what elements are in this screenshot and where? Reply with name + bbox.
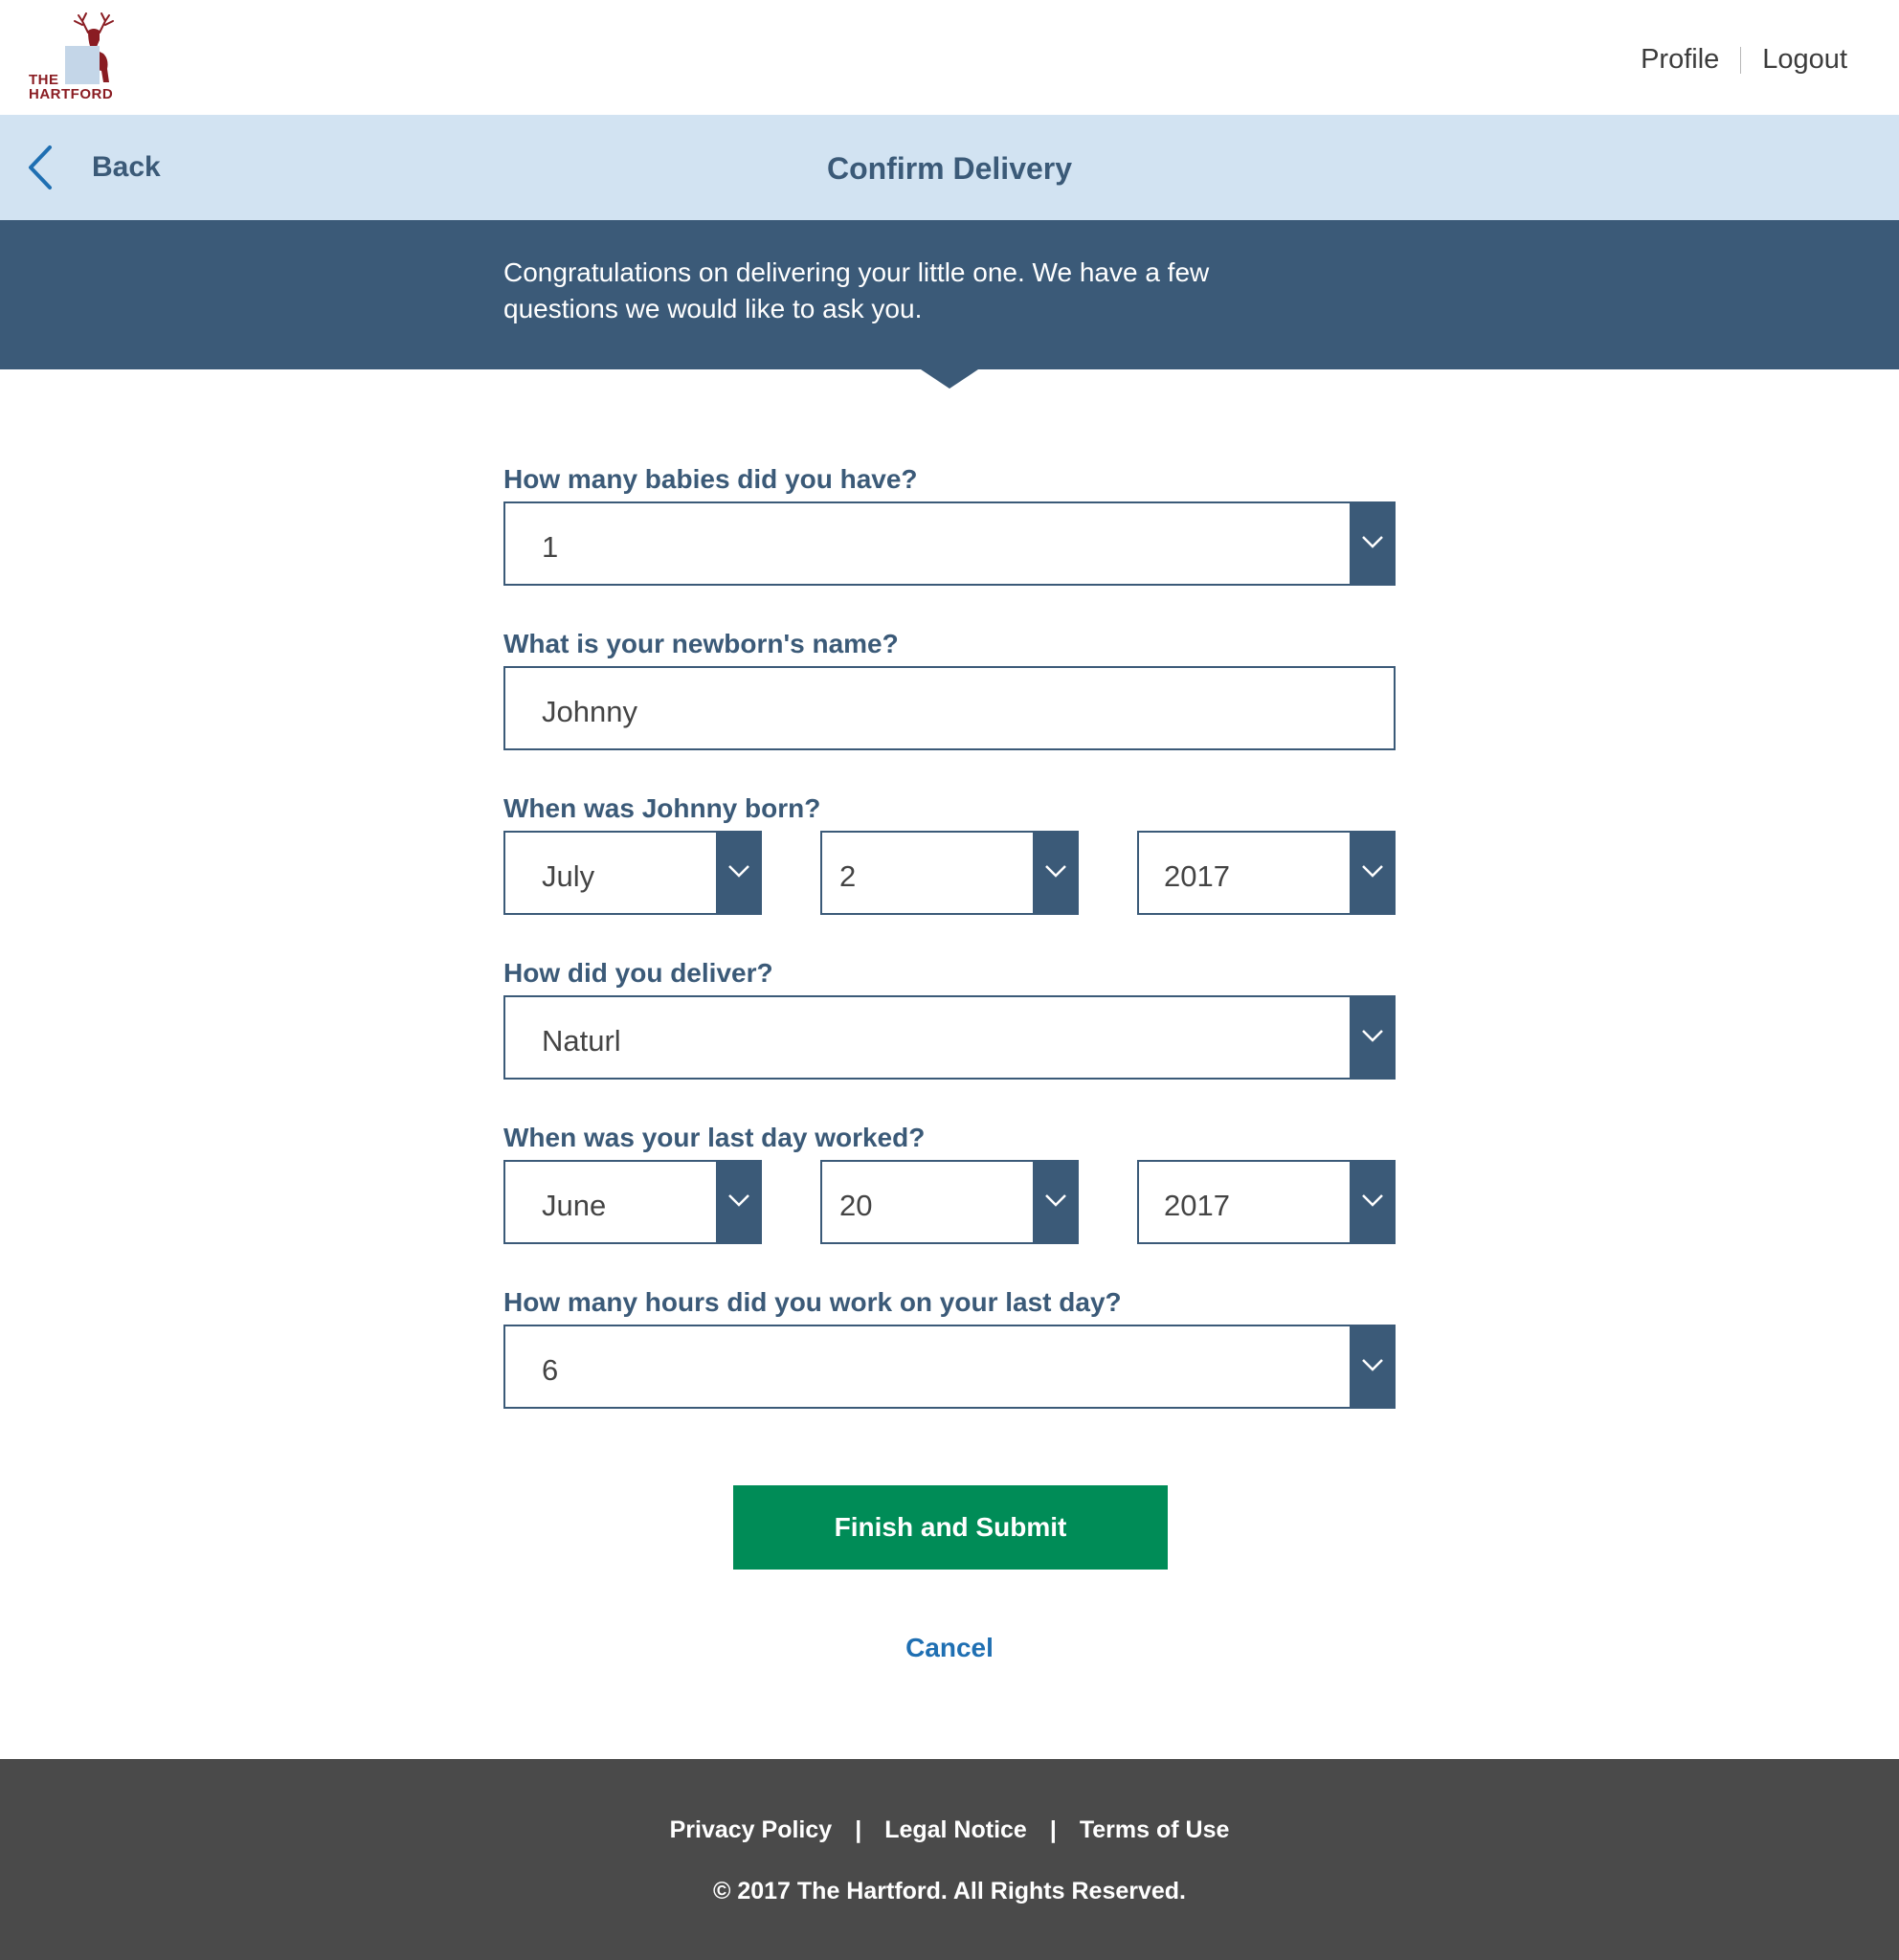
lastday-group: When was your last day worked? June 20 2…	[503, 1122, 1396, 1244]
born-date-row: July 2 2017	[503, 831, 1396, 915]
top-header: THE HARTFORD Profile Logout	[0, 0, 1899, 115]
logo-line-1: THE	[29, 72, 59, 88]
lastday-label: When was your last day worked?	[503, 1123, 926, 1152]
chevron-down-icon[interactable]	[716, 831, 762, 915]
delivery-group: How did you deliver? Naturl	[503, 957, 1396, 1080]
footer-separator: |	[855, 1816, 862, 1843]
footer: Privacy Policy | Legal Notice | Terms of…	[0, 1759, 1899, 1960]
terms-of-use-link[interactable]: Terms of Use	[1080, 1816, 1230, 1844]
babies-value: 1	[542, 530, 559, 564]
newborn-name-input[interactable]: Johnny	[503, 666, 1396, 750]
name-label: What is your newborn's name?	[503, 629, 899, 658]
born-label: When was Johnny born?	[503, 793, 821, 823]
babies-label: How many babies did you have?	[503, 464, 918, 494]
born-year-select[interactable]: 2017	[1137, 831, 1396, 915]
logo-line-2: HARTFORD	[29, 86, 114, 102]
lastday-day-select[interactable]: 20	[820, 1160, 1079, 1244]
born-day-value: 2	[839, 859, 857, 893]
intro-banner: Congratulations on delivering your littl…	[0, 220, 1899, 369]
hartford-logo[interactable]: THE HARTFORD	[27, 11, 123, 107]
born-month-select[interactable]: July	[503, 831, 762, 915]
chevron-down-icon[interactable]	[1033, 1160, 1079, 1244]
babies-select[interactable]: 1	[503, 501, 1396, 586]
banner-pointer	[921, 369, 978, 389]
privacy-policy-link[interactable]: Privacy Policy	[670, 1816, 833, 1844]
chevron-down-icon[interactable]	[1350, 1160, 1396, 1244]
name-group: What is your newborn's name? Johnny	[503, 628, 1396, 750]
delivery-value: Naturl	[542, 1024, 621, 1058]
lastday-month-select[interactable]: June	[503, 1160, 762, 1244]
hours-group: How many hours did you work on your last…	[503, 1286, 1396, 1409]
legal-notice-link[interactable]: Legal Notice	[884, 1816, 1027, 1844]
born-day-select[interactable]: 2	[820, 831, 1079, 915]
lastday-year-select[interactable]: 2017	[1137, 1160, 1396, 1244]
footer-separator: |	[1049, 1816, 1057, 1843]
lastday-month-value: June	[542, 1189, 607, 1222]
lastday-day-value: 20	[839, 1189, 873, 1222]
chevron-down-icon[interactable]	[1350, 831, 1396, 915]
chevron-down-icon[interactable]	[716, 1160, 762, 1244]
logout-link[interactable]: Logout	[1762, 44, 1847, 76]
chevron-down-icon[interactable]	[1033, 831, 1079, 915]
hours-label: How many hours did you work on your last…	[503, 1287, 1122, 1317]
name-value: Johnny	[542, 695, 637, 728]
born-year-value: 2017	[1164, 859, 1230, 893]
footer-links: Privacy Policy | Legal Notice | Terms of…	[0, 1816, 1899, 1844]
copyright: © 2017 The Hartford. All Rights Reserved…	[712, 1878, 1187, 1904]
profile-link[interactable]: Profile	[1641, 44, 1719, 76]
chevron-down-icon[interactable]	[1350, 995, 1396, 1080]
delivery-label: How did you deliver?	[503, 958, 773, 988]
delivery-method-select[interactable]: Naturl	[503, 995, 1396, 1080]
page-title: Confirm Delivery	[826, 151, 1073, 186]
account-links: Profile Logout	[1641, 44, 1847, 76]
born-month-value: July	[542, 859, 595, 893]
babies-group: How many babies did you have? 1	[503, 463, 1396, 586]
lastday-year-value: 2017	[1164, 1189, 1230, 1222]
born-group: When was Johnny born? July 2 2017	[503, 792, 1396, 915]
delivery-form: How many babies did you have? 1 What is …	[503, 463, 1396, 1451]
chevron-down-icon[interactable]	[1350, 501, 1396, 586]
hours-select[interactable]: 6	[503, 1325, 1396, 1409]
hours-value: 6	[542, 1353, 559, 1387]
logo-wordmark: THE HARTFORD	[29, 73, 113, 101]
finish-and-submit-button[interactable]: Finish and Submit	[733, 1485, 1168, 1570]
cancel-link[interactable]: Cancel	[0, 1633, 1899, 1663]
intro-text: Congratulations on delivering your littl…	[503, 257, 1210, 323]
lastday-date-row: June 20 2017	[503, 1160, 1396, 1244]
link-divider	[1740, 46, 1742, 74]
title-bar: Back Confirm Delivery	[0, 115, 1899, 220]
chevron-down-icon[interactable]	[1350, 1325, 1396, 1409]
